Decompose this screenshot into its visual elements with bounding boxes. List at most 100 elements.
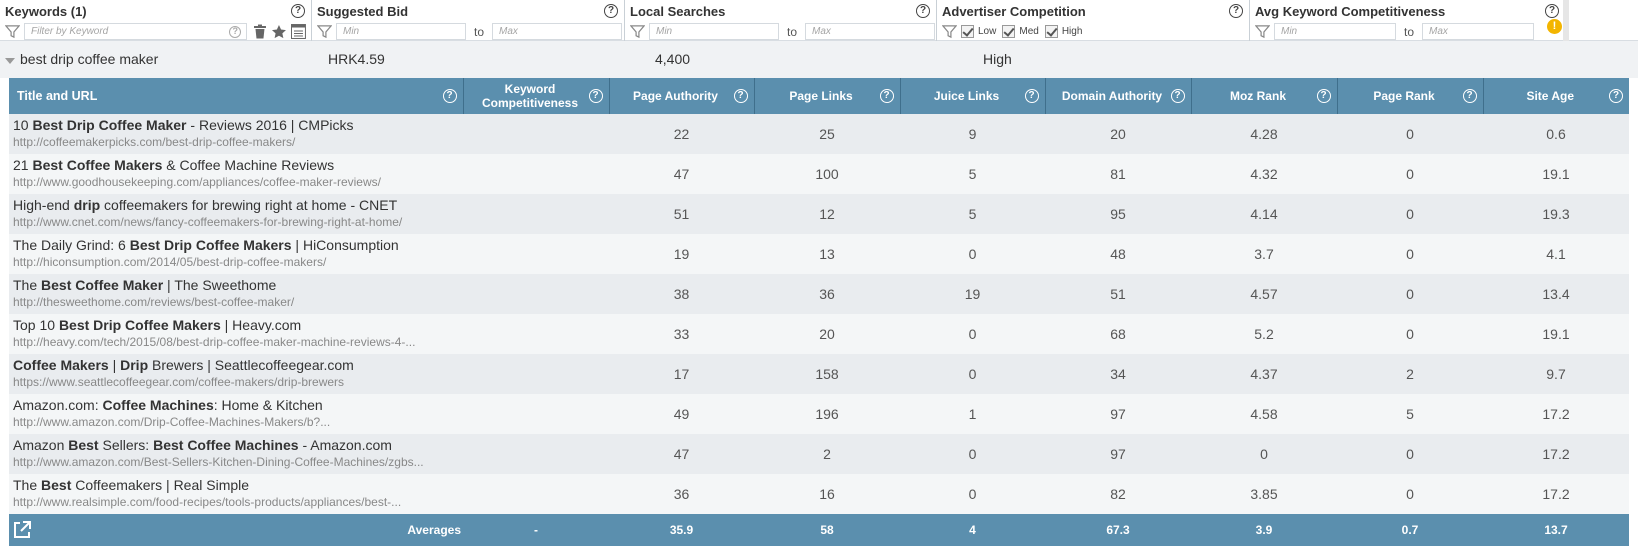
avg-kc-min-input[interactable] xyxy=(1274,23,1396,40)
result-url[interactable]: http://thesweethome.com/reviews/best-cof… xyxy=(13,294,463,310)
help-icon[interactable]: ? xyxy=(1545,4,1559,18)
caret-down-icon[interactable] xyxy=(5,58,15,64)
checkbox-icon[interactable] xyxy=(961,25,974,38)
page-links-cell: 12 xyxy=(754,194,900,234)
keyword-filter-input[interactable] xyxy=(24,23,248,40)
avg-keyword-competitiveness: - xyxy=(463,514,609,546)
result-title[interactable]: Amazon Best Sellers: Best Coffee Machine… xyxy=(13,436,463,454)
result-title[interactable]: 10 Best Drip Coffee Maker - Reviews 2016… xyxy=(13,116,463,134)
result-url[interactable]: http://www.cnet.com/news/fancy-coffeemak… xyxy=(13,214,463,230)
competition-high-checkbox[interactable]: High xyxy=(1044,25,1082,38)
help-icon[interactable]: ? xyxy=(1609,89,1623,103)
funnel-icon[interactable] xyxy=(942,24,957,39)
to-label: to xyxy=(1404,24,1415,39)
keyword-row[interactable]: best drip coffee maker HRK4.59 4,400 Hig… xyxy=(0,41,1638,78)
funnel-icon[interactable] xyxy=(5,24,20,39)
result-url[interactable]: http://hiconsumption.com/2014/05/best-dr… xyxy=(13,254,463,270)
table-row[interactable]: 21 Best Coffee Makers & Coffee Machine R… xyxy=(9,154,1629,194)
help-icon[interactable]: ? xyxy=(588,89,603,103)
help-icon[interactable]: ? xyxy=(879,89,894,103)
table-row[interactable]: High-end drip coffeemakers for brewing r… xyxy=(9,194,1629,234)
help-icon[interactable]: ? xyxy=(604,4,618,18)
checkbox-icon[interactable] xyxy=(1044,25,1058,38)
filter-advertiser-competition: Advertiser Competition ? Low Med High xyxy=(937,0,1250,41)
checkbox-icon[interactable] xyxy=(1002,25,1016,38)
title-url-cell: High-end drip coffeemakers for brewing r… xyxy=(9,194,463,234)
col-header-page-rank[interactable]: Page Rank? xyxy=(1337,78,1484,114)
help-icon[interactable]: ? xyxy=(1024,89,1039,103)
col-header-site-age[interactable]: Site Age? xyxy=(1483,78,1629,114)
domain-authority-cell: 68 xyxy=(1045,314,1191,354)
help-icon[interactable]: ? xyxy=(229,25,242,38)
help-icon[interactable]: ? xyxy=(916,4,930,18)
result-title[interactable]: High-end drip coffeemakers for brewing r… xyxy=(13,196,463,214)
bid-min-input[interactable] xyxy=(336,23,466,40)
table-row[interactable]: Coffee Makers | Drip Brewers | Seattleco… xyxy=(9,354,1629,394)
export-icon[interactable] xyxy=(12,520,32,540)
page-links-cell: 20 xyxy=(754,314,900,354)
help-icon[interactable]: ? xyxy=(1229,4,1243,18)
col-header-moz-rank[interactable]: Moz Rank? xyxy=(1191,78,1338,114)
title-text: 10 xyxy=(13,117,33,133)
result-title[interactable]: The Best Coffee Maker | The Sweethome xyxy=(13,276,463,294)
col-header-page-authority[interactable]: Page Authority? xyxy=(609,78,755,114)
help-icon[interactable]: ? xyxy=(733,89,748,103)
result-title[interactable]: Amazon.com: Coffee Machines: Home & Kitc… xyxy=(13,396,463,414)
filter-suggested-bid: Suggested Bid ? to xyxy=(312,0,625,41)
result-url[interactable]: https://www.seattlecoffeegear.com/coffee… xyxy=(13,374,463,390)
title-text: The Daily Grind: 6 xyxy=(13,237,130,253)
moz-rank-cell: 3.7 xyxy=(1191,234,1337,274)
keyword-competitiveness-cell xyxy=(463,434,609,474)
title-url-cell: Amazon.com: Coffee Machines: Home & Kitc… xyxy=(9,394,463,434)
col-header-keyword-competitiveness[interactable]: Keyword Competitiveness? xyxy=(463,78,610,114)
help-icon[interactable]: ? xyxy=(291,4,305,18)
result-url[interactable]: http://www.realsimple.com/food-recipes/t… xyxy=(13,494,463,510)
result-url[interactable]: http://heavy.com/tech/2015/08/best-drip-… xyxy=(13,334,463,350)
star-icon[interactable] xyxy=(271,24,287,40)
table-row[interactable]: 10 Best Drip Coffee Maker - Reviews 2016… xyxy=(9,114,1629,154)
table-row[interactable]: Amazon.com: Coffee Machines: Home & Kitc… xyxy=(9,394,1629,434)
bid-max-input[interactable] xyxy=(492,23,623,40)
table-row[interactable]: The Daily Grind: 6 Best Drip Coffee Make… xyxy=(9,234,1629,274)
result-url[interactable]: http://www.amazon.com/Best-Sellers-Kitch… xyxy=(13,454,463,470)
funnel-icon[interactable] xyxy=(317,24,332,39)
header-label: Domain Authority xyxy=(1061,89,1163,103)
competition-low-checkbox[interactable]: Low xyxy=(961,25,996,38)
keyword-text: best drip coffee maker xyxy=(20,51,159,67)
competition-med-checkbox[interactable]: Med xyxy=(1002,25,1039,38)
table-row[interactable]: The Best Coffeemakers | Real Simple http:… xyxy=(9,474,1629,514)
result-title[interactable]: The Daily Grind: 6 Best Drip Coffee Make… xyxy=(13,236,463,254)
trash-icon[interactable] xyxy=(253,24,267,39)
result-title[interactable]: The Best Coffeemakers | Real Simple xyxy=(13,476,463,494)
table-row[interactable]: Amazon Best Sellers: Best Coffee Machine… xyxy=(9,434,1629,474)
header-label: Page Rank xyxy=(1373,89,1435,103)
table-row[interactable]: Top 10 Best Drip Coffee Makers | Heavy.c… xyxy=(9,314,1629,354)
result-title[interactable]: Top 10 Best Drip Coffee Makers | Heavy.c… xyxy=(13,316,463,334)
warning-icon[interactable]: ! xyxy=(1547,19,1562,34)
help-icon[interactable]: ? xyxy=(1316,89,1331,103)
result-url[interactable]: http://www.amazon.com/Drip-Coffee-Machin… xyxy=(13,414,463,430)
list-icon[interactable] xyxy=(291,24,306,39)
site-age-cell: 4.1 xyxy=(1483,234,1629,274)
result-url[interactable]: http://coffeemakerpicks.com/best-drip-co… xyxy=(13,134,463,150)
help-icon[interactable]: ? xyxy=(1170,89,1185,103)
funnel-icon[interactable] xyxy=(1255,24,1270,39)
result-title[interactable]: Coffee Makers | Drip Brewers | Seattleco… xyxy=(13,356,463,374)
help-icon[interactable]: ? xyxy=(1462,89,1477,103)
searches-min-input[interactable] xyxy=(649,23,779,40)
title-keyword-bold: drip xyxy=(73,197,101,213)
col-header-title-url[interactable]: Title and URL? xyxy=(9,78,464,114)
col-header-juice-links[interactable]: Juice Links? xyxy=(900,78,1046,114)
avg-page-links: 58 xyxy=(754,514,900,546)
table-row[interactable]: The Best Coffee Maker | The Sweethome htt… xyxy=(9,274,1629,314)
avg-kc-max-input[interactable] xyxy=(1422,23,1535,40)
filter-local-searches: Local Searches ? to xyxy=(625,0,937,41)
funnel-icon[interactable] xyxy=(630,24,645,39)
result-url[interactable]: http://www.goodhousekeeping.com/applianc… xyxy=(13,174,463,190)
result-title[interactable]: 21 Best Coffee Makers & Coffee Machine R… xyxy=(13,156,463,174)
searches-max-input[interactable] xyxy=(805,23,936,40)
header-scrollbar[interactable] xyxy=(1563,0,1569,41)
col-header-domain-authority[interactable]: Domain Authority? xyxy=(1045,78,1192,114)
col-header-page-links[interactable]: Page Links? xyxy=(754,78,901,114)
help-icon[interactable]: ? xyxy=(442,89,457,103)
